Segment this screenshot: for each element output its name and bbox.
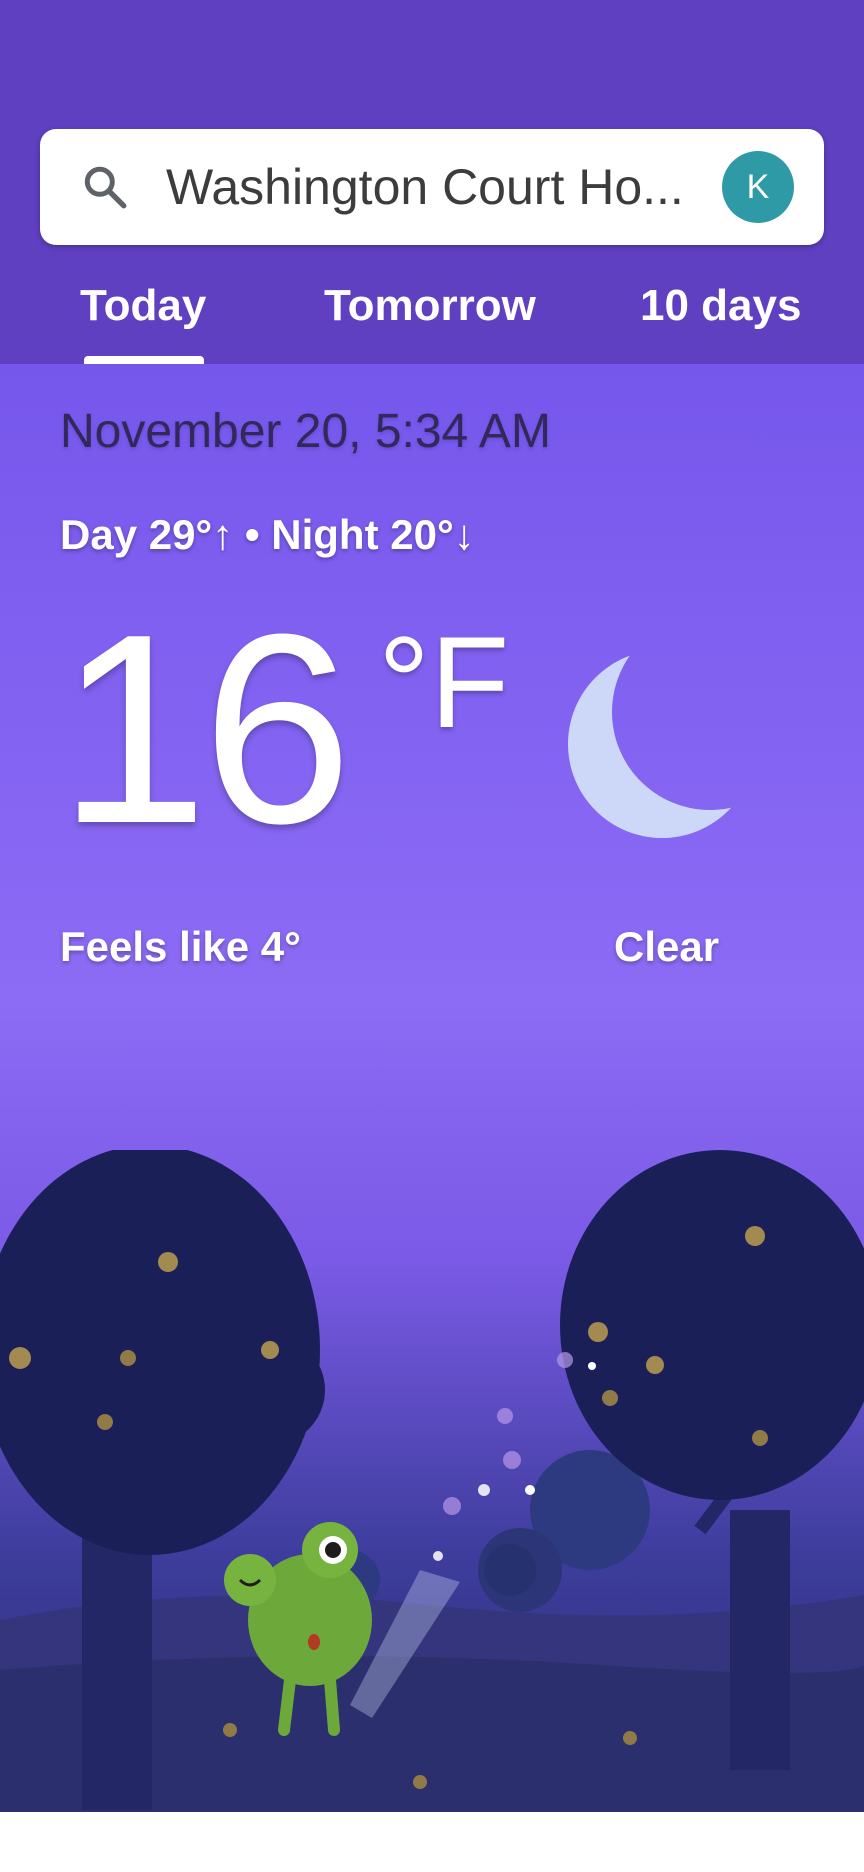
current-temperature: 16 (58, 579, 352, 880)
day-night-temps: Day 29°↑ • Night 20°↓ (60, 511, 475, 558)
search-icon[interactable] (80, 162, 130, 212)
night-forest-illustration (0, 1150, 864, 1812)
account-avatar[interactable]: K (722, 151, 794, 223)
feels-like: Feels like 4° (60, 923, 301, 970)
tab-today[interactable]: Today (80, 278, 206, 334)
tab-10-days[interactable]: 10 days (640, 278, 801, 334)
selected-tab-indicator (84, 356, 204, 364)
moon-icon (568, 650, 756, 838)
condition-label: Clear (614, 923, 720, 970)
location-search-input[interactable]: Washington Court Ho... (166, 157, 706, 217)
tab-tomorrow[interactable]: Tomorrow (324, 278, 536, 334)
date-time: November 20, 5:34 AM (60, 405, 551, 458)
temperature-unit: °F (378, 609, 510, 755)
